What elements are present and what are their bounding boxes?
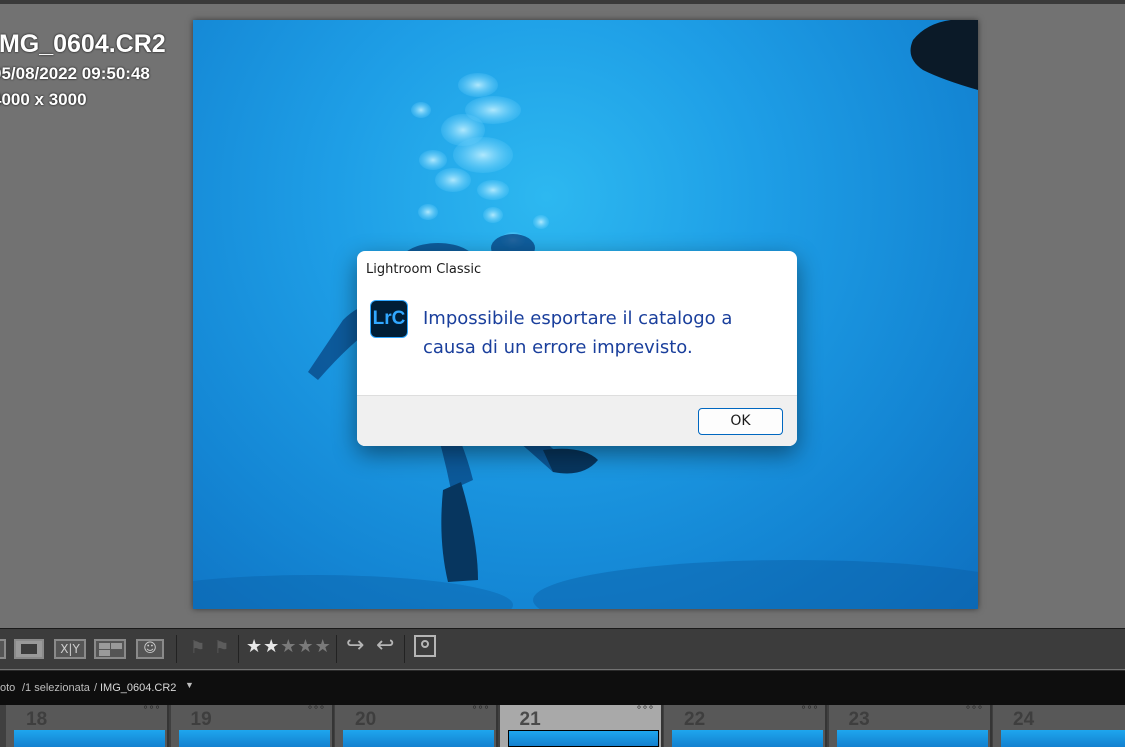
toolbar-separator [176,635,177,663]
filmstrip-cell[interactable]: 21 °°° [499,705,663,747]
filmstrip-thumbnail[interactable] [1001,730,1125,747]
more-options-icon[interactable]: °°° [472,705,490,716]
more-options-icon[interactable]: °°° [308,705,326,716]
filmstrip-cell-number: 18 [26,709,48,730]
star-icon[interactable]: ★ [297,636,314,657]
star-icon[interactable]: ★ [315,636,332,657]
filmstrip-cell-number: 22 [684,709,706,730]
filmstrip-cell[interactable]: 20 °°° [335,705,498,747]
current-file[interactable]: IMG_0604.CR2 [100,682,176,694]
loupe-view-icon-inner [21,644,37,654]
chevron-down-icon[interactable]: ▼ [185,680,194,690]
filmstrip-cell[interactable]: 19 °°° [170,705,334,747]
people-view-icon[interactable]: ☺ [136,639,164,659]
toolbar-separator [336,635,337,663]
more-options-icon[interactable]: °°° [637,705,655,716]
window-top-border [0,0,1125,4]
star-icon[interactable]: ★ [246,636,263,657]
star-icon[interactable]: ★ [263,636,280,657]
filmstrip-thumbnail[interactable] [672,730,823,747]
more-options-icon[interactable]: °°° [966,705,984,716]
toolbar-separator [404,635,405,663]
filmstrip-thumbnail[interactable] [343,730,494,747]
filmstrip-thumbnail[interactable] [178,730,330,747]
rotate-right-icon[interactable]: ↪ [346,633,364,658]
path-prefix: oto [0,682,16,694]
survey-cell [99,650,110,656]
image-filename: IMG_0604.CR2 [0,30,166,58]
filmstrip-path-bar: oto /1 selezionata / IMG_0604.CR2 ▼ [0,670,1125,706]
more-options-icon[interactable]: °°° [801,705,819,716]
filmstrip-cell[interactable]: 24°°° [993,705,1125,747]
survey-cell [111,643,122,649]
filmstrip-thumbnail[interactable] [507,730,659,747]
dialog-message: Impossibile esportare il catalogo a caus… [423,308,733,358]
star-icon[interactable]: ★ [280,636,297,657]
filmstrip-cell[interactable]: 22 °°° [664,705,827,747]
filmstrip-cell-number: 23 [848,709,870,730]
survey-cell [99,643,110,649]
ok-button[interactable]: OK [698,408,783,435]
filmstrip-thumbnail[interactable] [836,730,988,747]
lightroom-app-icon: LrC [370,300,408,338]
image-dimensions: 4000 x 3000 [0,90,87,109]
filmstrip-cell-number: 21 [519,709,541,730]
path-separator: / [94,682,98,694]
filmstrip-thumbnail[interactable] [14,730,165,747]
filmstrip-cell[interactable]: 18 °°° [6,705,169,747]
grid-view-icon[interactable] [0,639,6,659]
star-rating[interactable]: ★★★★★ [246,636,332,657]
rotate-left-icon[interactable]: ↩ [376,633,394,658]
dialog-title: Lightroom Classic [366,262,482,277]
survey-view-icon[interactable] [94,639,126,659]
flag-pick-icon[interactable]: ⚑ [190,638,205,658]
filmstrip-cell-number: 19 [190,709,212,730]
crop-overlay-icon[interactable] [414,635,436,657]
compare-view-icon[interactable]: X|Y [54,639,86,659]
filmstrip-cell-number: 20 [355,709,377,730]
filmstrip-cell[interactable]: 23 °°° [828,705,992,747]
more-options-icon[interactable]: °°° [143,705,161,716]
image-datetime: 05/08/2022 09:50:48 [0,64,150,83]
filmstrip-cell-number: 24 [1013,709,1035,730]
flag-reject-icon[interactable]: ⚑ [214,638,229,658]
filmstrip: 18 °°° 19 °°° 20 °°° 21 °°° 22 °°° 23 °°° 24°°° [0,705,1125,747]
error-dialog: Lightroom Classic LrC Impossibile esport… [357,251,797,446]
crop-overlay-icon-inner [421,640,429,648]
loupe-view-icon[interactable] [14,639,44,659]
toolbar-separator [238,635,239,663]
dialog-footer: OK [357,395,797,446]
selection-count: /1 selezionata [22,682,90,694]
toolbar: X|Y ☺ ⚑ ⚑ ★★★★★ ↪ ↩ [0,628,1125,669]
